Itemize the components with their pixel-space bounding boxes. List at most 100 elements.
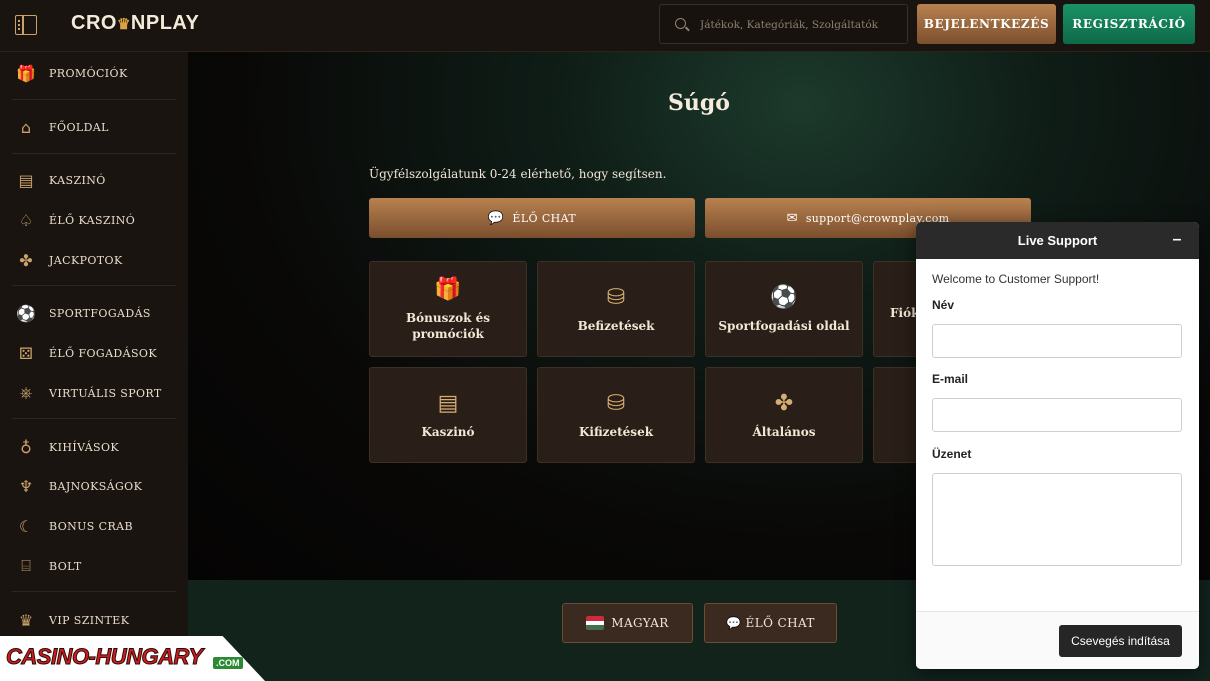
sidebar-item-vip-levels[interactable]: ♛ VIP SZINTEK [0, 602, 188, 638]
home-icon: ⌂ [20, 117, 32, 137]
logo-text-right: NPLAY [130, 12, 200, 34]
message-label: Üzenet [932, 447, 972, 461]
sidebar-item-label: FŐOLDAL [49, 120, 109, 134]
slot-machine-icon: ▤ [437, 390, 459, 416]
sidebar-item-shop[interactable]: ⌸ BOLT [0, 548, 188, 584]
sidebar-item-label: SPORTFOGADÁS [49, 306, 151, 320]
slot-machine-icon: ▤ [18, 170, 34, 190]
sidebar-item-challenges[interactable]: ♁ KIHÍVÁSOK [0, 429, 188, 465]
sidebar-item-label: BONUS CRAB [49, 519, 133, 533]
spade-icon: ♤ [18, 210, 34, 230]
sidebar-item-promotions[interactable]: 🎁 PROMÓCIÓK [0, 55, 188, 91]
sidebar-item-home[interactable]: ⌂ FŐOLDAL [0, 109, 188, 145]
support-intro-text: Ügyfélszolgálatunk 0-24 elérhető, hogy s… [369, 167, 667, 181]
live-support-title: Live Support [1017, 233, 1098, 248]
sidebar-item-label: ÉLŐ FOGADÁSOK [49, 346, 157, 360]
help-card-label: Fiók [890, 306, 920, 320]
sidebar-item-label: ÉLŐ KASZINÓ [49, 213, 136, 227]
top-bar: CRO♛NPLAY BEJELENTKEZÉS REGISZTRÁCIÓ [0, 0, 1210, 52]
sidebar-item-virtual-sport[interactable]: ⎈ VIRTUÁLIS SPORT [0, 375, 188, 411]
chat-bubble-icon: 💬 [726, 616, 742, 630]
help-card-label: Általános [752, 424, 816, 439]
sidebar-item-jackpots[interactable]: ✤ JACKPOTOK [0, 242, 188, 278]
sidebar-item-tournaments[interactable]: ♆ BAJNOKSÁGOK [0, 468, 188, 504]
sidebar-item-label: VIP SZINTEK [49, 613, 130, 627]
trophy-icon: ♆ [18, 476, 34, 496]
search-input[interactable] [700, 15, 900, 35]
sidebar-item-casino[interactable]: ▤ KASZINÓ [0, 162, 188, 198]
sidebar: 🎁 PROMÓCIÓK ⌂ FŐOLDAL ▤ KASZINÓ ♤ ÉLŐ KA… [0, 52, 188, 681]
help-card-sportsbook[interactable]: ⚽ Sportfogadási oldal [705, 261, 863, 357]
hungary-flag-icon [586, 616, 605, 630]
sidebar-item-label: KIHÍVÁSOK [49, 440, 120, 454]
live-support-footer: Csevegés indítása [916, 611, 1199, 669]
email-field[interactable] [932, 398, 1182, 432]
help-card-label: Bónuszok és promóciók [405, 310, 491, 341]
help-card-casino[interactable]: ▤ Kaszinó [369, 367, 527, 463]
gamepad-icon: ⎈ [19, 383, 33, 402]
coins-plus-icon: ⛁ [606, 284, 626, 310]
envelope-icon: ✉ [786, 210, 798, 226]
help-card-label: Kifizetések [578, 424, 654, 439]
help-card-deposits[interactable]: ⛁ Befizetések [537, 261, 695, 357]
welcome-message: Welcome to Customer Support! [932, 272, 1100, 286]
watermark-suffix: .COM [213, 657, 243, 669]
sidebar-item-bonus-crab[interactable]: ☾ BONUS CRAB [0, 508, 188, 544]
search-icon [675, 18, 686, 29]
sidebar-item-label: JACKPOTOK [49, 253, 123, 267]
minimize-button[interactable]: – [1169, 231, 1185, 249]
clover-icon: ✤ [774, 390, 794, 416]
sidebar-item-label: BOLT [49, 559, 82, 573]
login-button[interactable]: BEJELENTKEZÉS [917, 4, 1056, 44]
sidebar-item-live-betting[interactable]: ⚄ ÉLŐ FOGADÁSOK [0, 335, 188, 371]
clover-icon: ✤ [19, 250, 33, 270]
live-support-header: Live Support – [916, 222, 1199, 259]
football-icon: ⚽ [770, 284, 798, 310]
register-button[interactable]: REGISZTRÁCIÓ [1063, 4, 1195, 44]
coins-minus-icon: ⛁ [606, 390, 626, 416]
language-selector[interactable]: MAGYAR [562, 603, 693, 643]
footer-chat-label: ÉLŐ CHAT [745, 616, 815, 630]
help-card-withdrawals[interactable]: ⛁ Kifizetések [537, 367, 695, 463]
help-card-bonuses[interactable]: 🎁 Bónuszok és promóciók [369, 261, 527, 357]
divider [12, 591, 176, 592]
sidebar-item-live-casino[interactable]: ♤ ÉLŐ KASZINÓ [0, 202, 188, 238]
sidebar-item-label: PROMÓCIÓK [49, 66, 128, 80]
divider [12, 418, 176, 419]
crown-logo-icon: ♛ [116, 16, 131, 33]
footer-live-chat-button[interactable]: 💬 ÉLŐ CHAT [704, 603, 837, 643]
divider [12, 99, 176, 100]
help-card-label: Kaszinó [421, 424, 475, 439]
name-label: Név [932, 298, 955, 312]
help-card-label: Befizetések [577, 318, 655, 333]
crownplay-logo[interactable]: CRO♛NPLAY [71, 12, 199, 35]
chat-bubble-icon: 💬 [487, 210, 505, 226]
page-title: Súgó [668, 90, 730, 116]
email-label: E-mail [932, 372, 969, 386]
divider [12, 153, 176, 154]
sidebar-item-sports-betting[interactable]: ⚽ SPORTFOGADÁS [0, 295, 188, 331]
search-box [659, 4, 908, 44]
divider [12, 285, 176, 286]
help-card-label: Sportfogadási oldal [718, 318, 850, 333]
start-chat-button[interactable]: Csevegés indítása [1059, 625, 1182, 657]
help-card-general[interactable]: ✤ Általános [705, 367, 863, 463]
name-field[interactable] [932, 324, 1182, 358]
live-chat-label: ÉLŐ CHAT [512, 211, 577, 225]
football-icon: ⚽ [16, 303, 36, 323]
sidebar-toggle-icon[interactable] [15, 15, 37, 35]
sidebar-item-label: BAJNOKSÁGOK [49, 479, 143, 493]
sidebar-item-label: VIRTUÁLIS SPORT [49, 386, 162, 400]
gift-icon: 🎁 [16, 63, 36, 83]
logo-text-left: CRO [71, 12, 117, 34]
watermark-text: CASINO-HUNGARY [6, 644, 204, 670]
crown-icon: ♛ [18, 610, 34, 630]
crab-claw-icon: ☾ [18, 516, 34, 536]
gift-icon: 🎁 [434, 276, 462, 302]
language-label: MAGYAR [611, 616, 669, 630]
live-support-widget: Live Support – Welcome to Customer Suppo… [916, 222, 1199, 669]
live-betting-icon: ⚄ [19, 343, 33, 363]
live-chat-button[interactable]: 💬 ÉLŐ CHAT [369, 198, 695, 238]
medal-icon: ♁ [20, 437, 32, 457]
message-field[interactable] [932, 473, 1182, 566]
